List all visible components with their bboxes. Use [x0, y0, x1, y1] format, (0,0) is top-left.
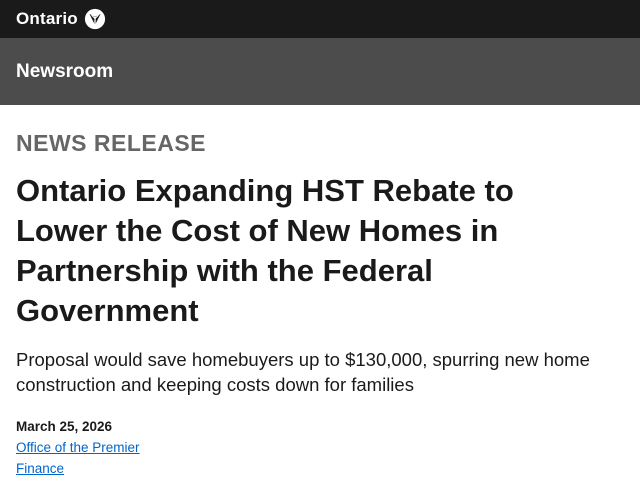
newsroom-link[interactable]: Newsroom [16, 61, 113, 83]
page-title: Ontario Expanding HST Rebate to Lower th… [16, 173, 514, 328]
news-release-label: NEWS RELEASE [16, 130, 207, 156]
finance-link[interactable]: Finance [16, 458, 64, 479]
article-meta: March 25, 2026 Office of the Premier Fin… [16, 416, 624, 479]
article-subtitle: Proposal would save homebuyers up to $13… [16, 349, 590, 395]
ontario-home-link[interactable]: Ontario [16, 8, 106, 30]
office-of-the-premier-link[interactable]: Office of the Premier [16, 437, 140, 458]
ontario-top-bar: Ontario [0, 0, 640, 38]
release-date: March 25, 2026 [16, 419, 113, 434]
article: NEWS RELEASE Ontario Expanding HST Rebat… [0, 129, 640, 479]
trillium-icon [84, 8, 106, 30]
ontario-wordmark: Ontario [16, 9, 78, 28]
newsroom-bar: Newsroom [0, 38, 640, 105]
